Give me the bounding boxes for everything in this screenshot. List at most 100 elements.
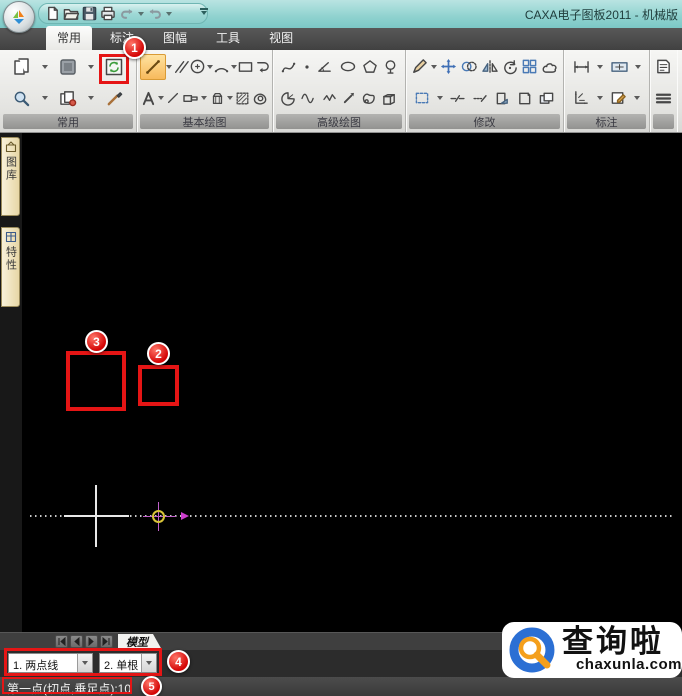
group-label-partial (653, 114, 674, 129)
copy-block-icon[interactable] (58, 57, 78, 77)
save-icon[interactable] (82, 6, 97, 21)
tab-tufu[interactable]: 图幅 (152, 26, 198, 50)
block-edit-icon[interactable] (538, 91, 555, 106)
circle-tool-icon[interactable] (189, 58, 206, 75)
qat-customize-icon[interactable] (200, 8, 208, 15)
rotate-tool-icon[interactable] (502, 59, 518, 75)
brush-icon[interactable] (106, 90, 123, 107)
stamp-dropdown-icon[interactable] (88, 96, 95, 100)
tab-gongju[interactable]: 工具 (205, 26, 251, 50)
sheet-nav-buttons (55, 635, 113, 648)
undo-dropdown-icon[interactable] (138, 11, 144, 16)
stamp-sheets-icon[interactable] (59, 90, 77, 107)
fillet-doc-icon[interactable] (495, 91, 510, 106)
dim-edit-icon[interactable] (610, 90, 627, 106)
linear-dim-dropdown-icon[interactable] (597, 64, 604, 69)
contour-tool-icon[interactable] (361, 91, 377, 105)
undo-icon[interactable] (119, 7, 135, 21)
chamfer-doc-icon[interactable] (517, 91, 532, 106)
wave-curve-icon[interactable] (300, 92, 317, 104)
text-dropdown-icon[interactable] (158, 96, 165, 100)
sidebar-tab-properties[interactable]: 特性 (1, 227, 20, 307)
scale-tool-icon[interactable] (541, 59, 558, 74)
sidebar-tab-properties-label: 特性 (4, 246, 17, 272)
axle-tool-icon[interactable] (182, 92, 199, 105)
properties-doc-icon[interactable] (655, 58, 672, 75)
block-tool-icon[interactable] (381, 91, 398, 106)
sector-tool-icon[interactable] (280, 91, 296, 106)
dim-edit-dropdown-icon[interactable] (634, 96, 640, 100)
coordinate-dim-dropdown-icon[interactable] (597, 96, 603, 100)
thin-line-icon[interactable] (166, 91, 180, 105)
select-rect-icon[interactable] (414, 91, 430, 105)
zoom-icon[interactable] (13, 90, 30, 107)
arc-tool-icon[interactable] (213, 59, 230, 74)
line-dropdown-icon[interactable] (166, 64, 172, 69)
paste-dropdown-icon[interactable] (42, 64, 48, 69)
point-tool-icon[interactable] (303, 63, 311, 71)
chaxunla-logo-icon (509, 627, 555, 673)
array-tool-icon[interactable] (521, 58, 538, 75)
tolerance-dim-dropdown-icon[interactable] (634, 64, 641, 69)
copy-dropdown-icon[interactable] (88, 64, 94, 69)
zoom-dropdown-icon[interactable] (41, 96, 48, 100)
paste-icon[interactable] (12, 57, 32, 77)
ellipse-tool-icon[interactable] (339, 60, 357, 73)
drawing-canvas[interactable]: 图库 特性 3 2 (0, 133, 682, 632)
move-tool-icon[interactable] (440, 58, 457, 75)
angle-line-icon[interactable] (316, 59, 333, 74)
balloon-circle-icon[interactable] (383, 59, 398, 75)
parallel-lines-icon[interactable] (173, 59, 189, 75)
axle-dropdown-icon[interactable] (201, 96, 208, 100)
open-folder-icon[interactable] (63, 6, 79, 21)
annotation-box-5 (2, 677, 132, 694)
region-tool-icon[interactable] (252, 91, 268, 105)
polyline-hook-icon[interactable] (255, 59, 270, 74)
circle-dropdown-icon[interactable] (206, 64, 213, 69)
application-menu-button[interactable] (3, 1, 35, 33)
polygon-tool-icon[interactable] (362, 59, 378, 74)
line-style-icon[interactable] (655, 92, 672, 105)
formula-curve-icon[interactable] (322, 92, 338, 104)
arrow-tool-icon[interactable] (342, 91, 356, 105)
last-sheet-button[interactable] (100, 635, 113, 648)
copy-object-icon[interactable] (460, 59, 478, 74)
line-icon (145, 59, 160, 74)
select-dropdown-icon[interactable] (436, 96, 443, 100)
redo-icon[interactable] (147, 7, 163, 21)
group-label-basic-draw: 基本绘图 (140, 114, 269, 129)
line-tool-button[interactable] (139, 53, 166, 80)
annotation-box-4 (4, 648, 162, 676)
watermark-domain: chaxunla.com (575, 656, 682, 673)
redo-dropdown-icon[interactable] (166, 11, 172, 16)
first-sheet-button[interactable] (55, 635, 68, 648)
text-tool-icon[interactable] (141, 91, 156, 106)
tab-shitu[interactable]: 视图 (258, 26, 304, 50)
annotation-badge-4: 4 (167, 650, 190, 673)
mirror-tool-icon[interactable] (481, 59, 499, 74)
snap-point-marker-icon (152, 510, 165, 523)
arc-dropdown-icon[interactable] (230, 64, 237, 69)
trim-tool-icon[interactable] (449, 93, 466, 104)
next-sheet-button[interactable] (85, 635, 98, 648)
tolerance-dim-icon[interactable] (610, 60, 629, 74)
spline-tool-icon[interactable] (280, 59, 298, 75)
ribbon-group-dimension: 标注 (564, 50, 650, 132)
new-document-icon[interactable] (45, 6, 60, 21)
erase-dropdown-icon[interactable] (431, 64, 437, 69)
watermark: 查询啦 chaxunla.com (502, 622, 682, 678)
hatch-tool-icon[interactable] (235, 91, 250, 106)
gear-dropdown-icon[interactable] (226, 96, 233, 100)
annotation-box-3 (66, 351, 126, 411)
rectangle-tool-icon[interactable] (237, 60, 254, 74)
quick-access-toolbar (38, 3, 208, 24)
sidebar-tab-library[interactable]: 图库 (1, 137, 20, 216)
prev-sheet-button[interactable] (70, 635, 83, 648)
gear-tool-icon[interactable] (210, 91, 225, 106)
coordinate-dim-icon[interactable] (573, 90, 590, 106)
tab-changyong[interactable]: 常用 (46, 26, 93, 50)
extend-tool-icon[interactable] (472, 93, 489, 104)
erase-pencil-icon[interactable] (411, 58, 428, 75)
print-icon[interactable] (100, 6, 116, 21)
linear-dim-icon[interactable] (572, 60, 591, 74)
